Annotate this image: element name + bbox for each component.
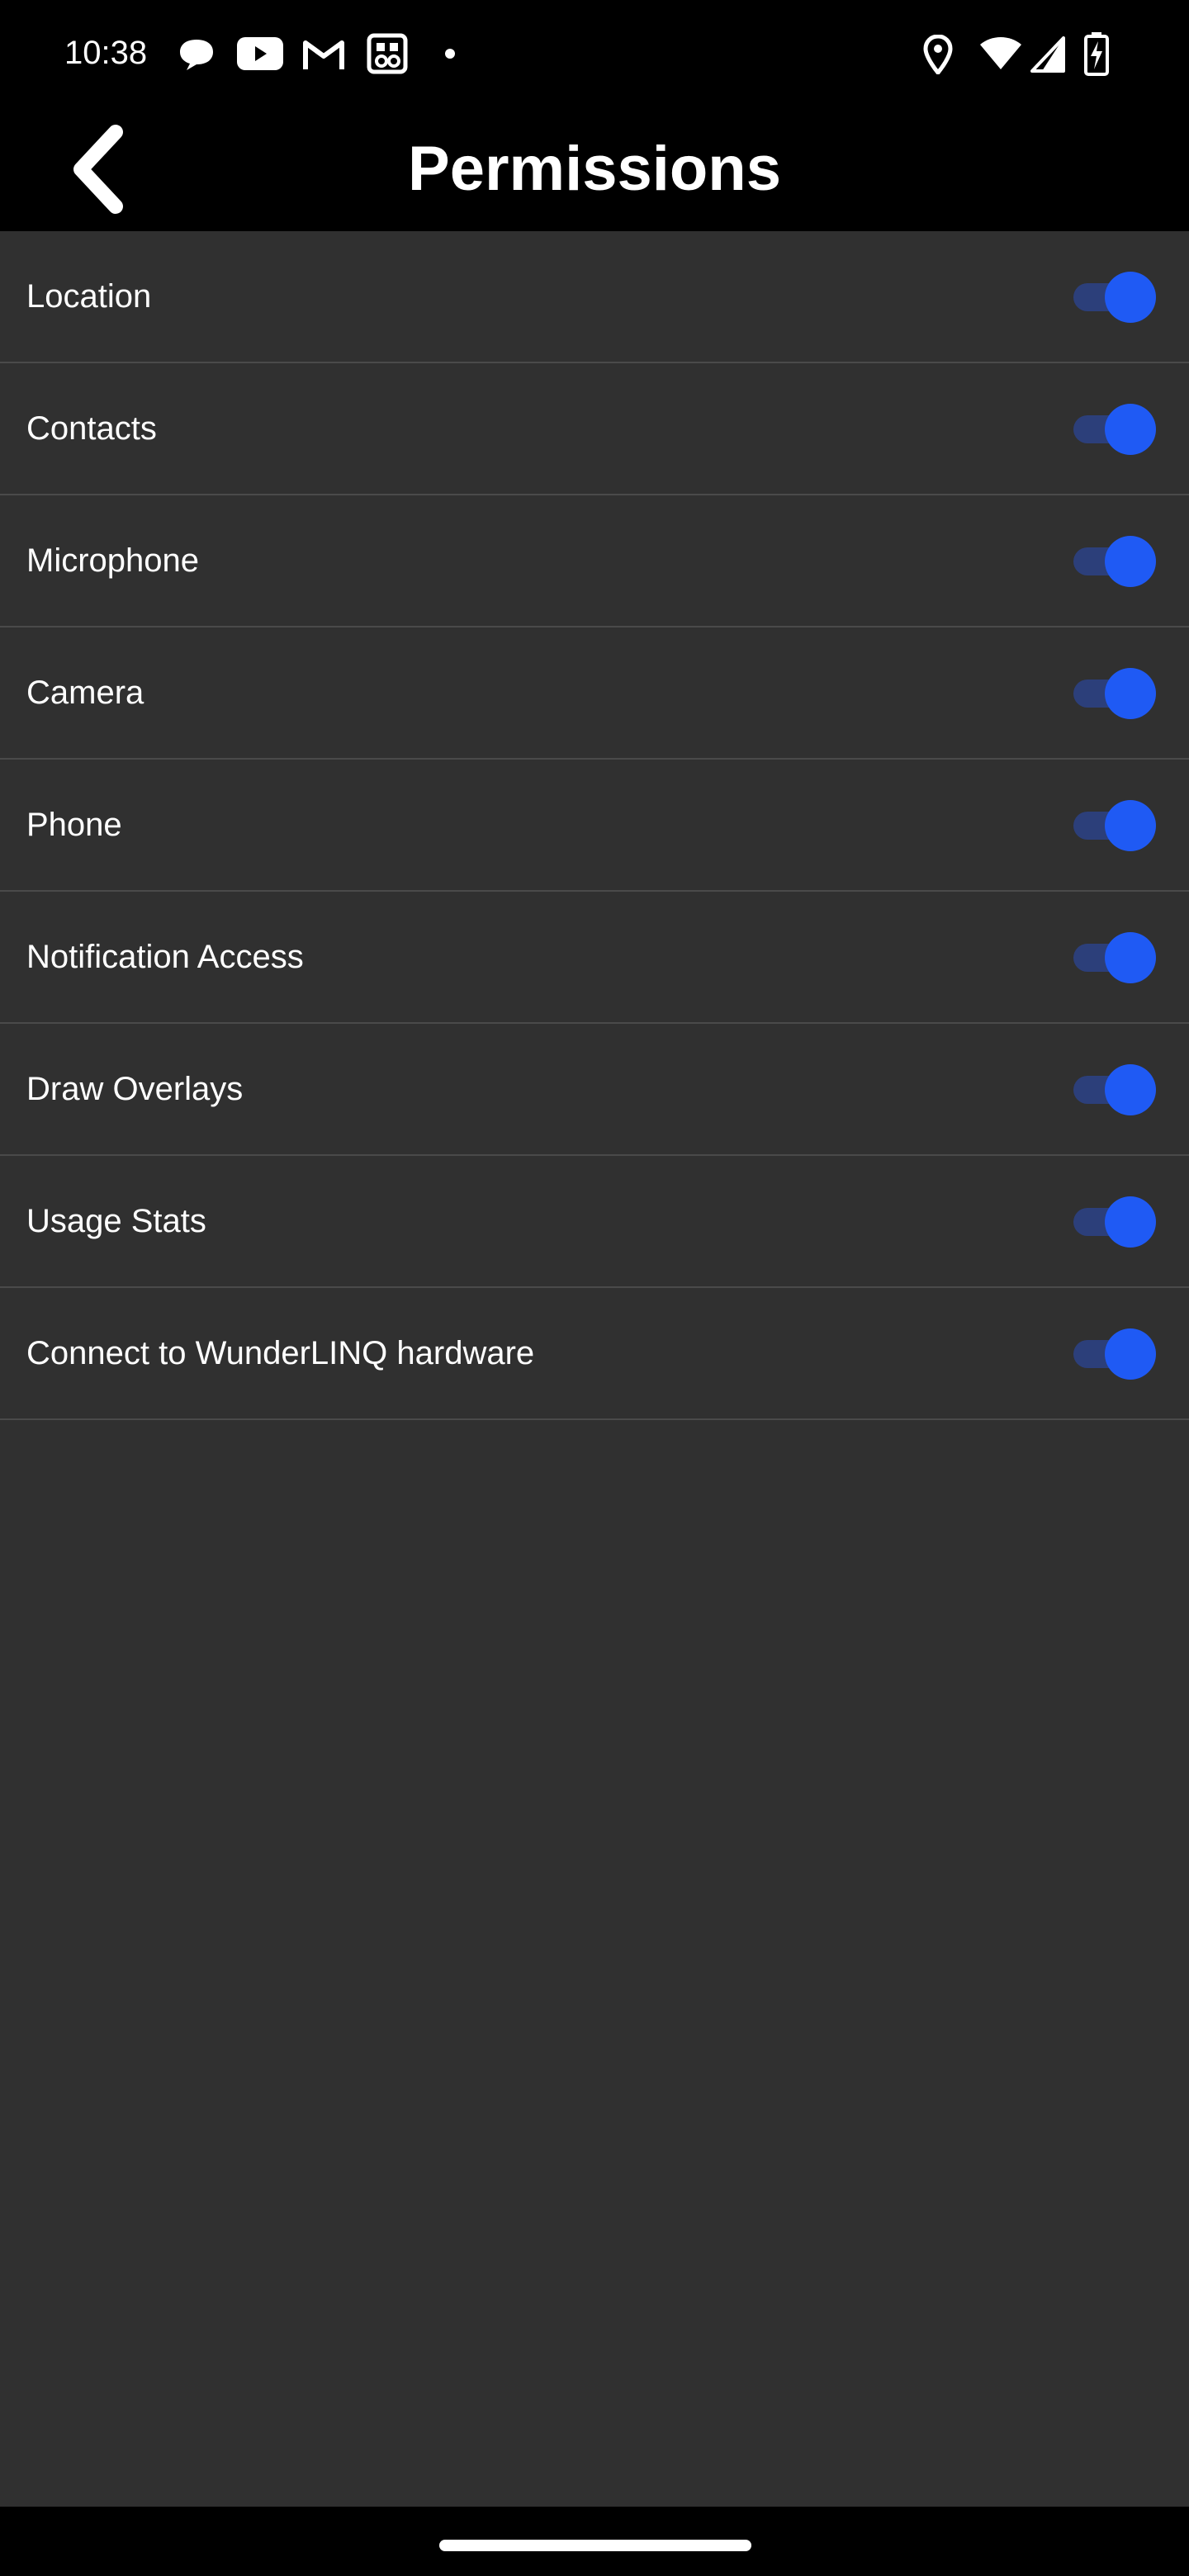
app-bar: Permissions <box>0 107 1189 231</box>
navigation-bar <box>0 2507 1189 2576</box>
permission-row-usage-stats[interactable]: Usage Stats <box>0 1156 1189 1288</box>
switch-thumb <box>1105 668 1156 719</box>
permission-row-camera[interactable]: Camera <box>0 627 1189 760</box>
usage-stats-toggle[interactable] <box>1070 1196 1156 1248</box>
permission-row-phone[interactable]: Phone <box>0 760 1189 892</box>
gmail-icon <box>303 40 344 69</box>
notification-access-toggle[interactable] <box>1070 932 1156 983</box>
page-title: Permissions <box>408 134 781 204</box>
permission-label: Location <box>26 277 152 315</box>
dot-icon <box>445 49 455 59</box>
permission-row-wunderlinq-hardware[interactable]: Connect to WunderLINQ hardware <box>0 1288 1189 1420</box>
draw-overlays-toggle[interactable] <box>1070 1064 1156 1115</box>
back-button[interactable] <box>50 120 149 219</box>
permission-label: Phone <box>26 806 122 843</box>
switch-thumb <box>1105 404 1156 455</box>
permission-row-notification-access[interactable]: Notification Access <box>0 892 1189 1024</box>
contacts-toggle[interactable] <box>1070 404 1156 455</box>
permission-label: Draw Overlays <box>26 1070 244 1107</box>
wifi-icon <box>980 37 1021 69</box>
switch-thumb <box>1105 932 1156 983</box>
permission-label: Contacts <box>26 410 157 447</box>
switch-thumb <box>1105 1196 1156 1248</box>
location-toggle[interactable] <box>1070 272 1156 323</box>
permission-label: Camera <box>26 674 144 711</box>
chevron-left-icon <box>73 125 123 214</box>
status-time: 10:38 <box>64 35 148 71</box>
switch-thumb <box>1105 272 1156 323</box>
permission-row-microphone[interactable]: Microphone <box>0 495 1189 627</box>
permission-label: Connect to WunderLINQ hardware <box>26 1334 535 1371</box>
photo-app-icon <box>367 33 408 74</box>
permissions-list: Location Contacts Microphone Camera Phon… <box>0 231 1189 2507</box>
permission-row-draw-overlays[interactable]: Draw Overlays <box>0 1024 1189 1156</box>
permission-label: Usage Stats <box>26 1202 206 1239</box>
chat-bubble-icon <box>180 40 213 70</box>
microphone-toggle[interactable] <box>1070 536 1156 587</box>
phone-toggle[interactable] <box>1070 800 1156 851</box>
location-icon <box>923 35 953 74</box>
switch-thumb <box>1105 1064 1156 1115</box>
permission-label: Microphone <box>26 542 200 579</box>
switch-thumb <box>1105 536 1156 587</box>
cell-signal-icon <box>1030 36 1065 73</box>
permission-label: Notification Access <box>26 938 304 975</box>
status-bar: 10:38 <box>0 0 1189 107</box>
permission-row-location[interactable]: Location <box>0 231 1189 363</box>
battery-charging-icon <box>1084 32 1109 76</box>
camera-toggle[interactable] <box>1070 668 1156 719</box>
wunderlinq-hardware-toggle[interactable] <box>1070 1328 1156 1380</box>
switch-thumb <box>1105 1328 1156 1380</box>
youtube-icon <box>237 37 283 70</box>
home-gesture-handle[interactable] <box>439 2540 751 2551</box>
switch-thumb <box>1105 800 1156 851</box>
permission-row-contacts[interactable]: Contacts <box>0 363 1189 495</box>
